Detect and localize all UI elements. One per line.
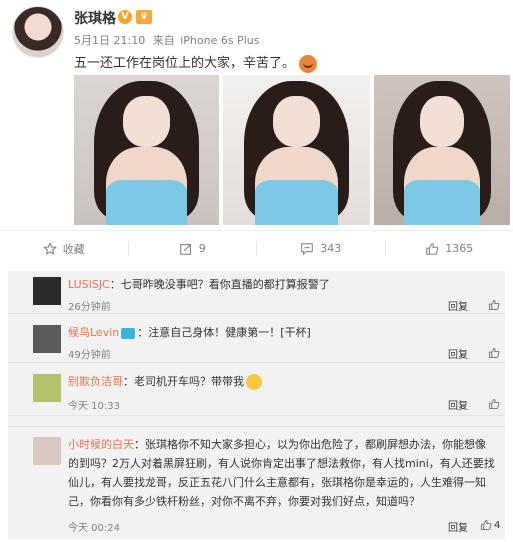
author-avatar[interactable] [12,6,64,58]
comment-time: 49分钟前 [68,350,111,361]
comment-icon [301,242,314,256]
comment-body-line-2: 的到吗？2万人对着黑屏狂刷，有人说你肯定出事了想法救你，有人找mini，有人还要… [68,457,495,470]
comment-body: ：七哥昨晚没事吧？看你直播的都打算报警了 [109,278,330,291]
photo-grid [74,75,510,225]
like-button[interactable]: 1365 [386,231,513,266]
source-prefix: 来自 [152,34,175,47]
weibo-post: 张琪格 V ♛ 5月1日 21:10 来自 iPhone 6s Plus 五一还… [0,0,513,268]
verified-badge-icon: V [118,10,132,24]
comment-like-count: 4 [494,519,501,531]
thumbs-up-icon [480,519,492,531]
repost-button[interactable]: 9 [129,231,257,266]
post-date[interactable]: 5月1日 21:10 [74,34,145,47]
post-text: 五一还工作在岗位上的大家，辛苦了。 [74,52,318,73]
commenter-name[interactable]: 小时候的白天 [68,438,134,451]
commenter-name[interactable]: 别欺负洁哥 [68,375,123,388]
comment-item: LUSISJC：七哥昨晚没事吧？看你直播的都打算报警了 26分钟前 回复 [8,271,505,314]
commenter-avatar[interactable] [33,277,61,305]
emoji-icon [299,54,318,73]
author-name[interactable]: 张琪格 [74,8,116,28]
post-action-bar: 收藏 9 343 1365 [0,230,513,266]
star-icon [42,241,57,255]
reply-button[interactable]: 回复 [448,519,468,534]
commenter-avatar[interactable] [33,374,61,402]
post-source[interactable]: iPhone 6s Plus [180,34,259,47]
comment-body-line-4: 己，你看你有多少铁杆粉丝，对你不离不弃，你要对我们好点，知道吗？ [68,495,420,508]
like-count: 1365 [445,242,474,255]
reply-button[interactable]: 回复 [448,397,468,412]
thumbs-up-icon[interactable] [488,347,500,359]
comment-text: 小时候的白天：张琪格你不知大家多担心，以为你出危险了，都刷屏想办法，你能想像 的… [68,435,495,511]
comment-time: 今天 00:24 [68,523,120,534]
comment-time: 今天 10:33 [68,401,120,412]
repost-count: 9 [198,242,206,255]
comment-text: 候鸟Levin ：注意自己身体！健康第一！[干杯] [68,323,311,342]
comment-text: 别欺负洁哥：老司机开车吗？带带我 [68,372,262,391]
commenter-name[interactable]: 候鸟Levin [68,326,119,339]
comment-text: LUSISJC：七哥昨晚没事吧？看你直播的都打算报警了 [68,275,330,294]
comment-body: ：注意自己身体！健康第一！[干杯] [137,326,311,339]
comment-button[interactable]: 343 [257,231,385,266]
post-photo-3[interactable] [374,75,510,225]
member-crown-icon: ♛ [136,10,152,24]
comment-item: 小时候的白天：张琪格你不知大家多担心，以为你出危险了，都刷屏想办法，你能想像 的… [8,426,505,539]
comment-list: LUSISJC：七哥昨晚没事吧？看你直播的都打算报警了 26分钟前 回复 候鸟L… [8,271,505,539]
comment-body-line-1: ：张琪格你不知大家多担心，以为你出危险了，都刷屏想办法，你能想像 [134,438,486,451]
comment-like-button[interactable]: 4 [480,519,500,531]
post-photo-1[interactable] [74,75,219,225]
thumbs-up-icon[interactable] [488,398,500,410]
comment-time: 26分钟前 [68,302,111,313]
repost-icon [179,243,191,255]
commenter-name[interactable]: LUSISJC [68,278,110,291]
vip-camera-icon [121,327,136,339]
post-text-content: 五一还工作在岗位上的大家，辛苦了。 [74,56,296,71]
post-photo-2[interactable] [223,75,370,225]
reply-button[interactable]: 回复 [448,298,468,313]
favorite-button[interactable]: 收藏 [0,231,128,266]
thumbs-up-icon [426,242,439,255]
comment-item: 候鸟Levin ：注意自己身体！健康第一！[干杯] 49分钟前 回复 [8,315,505,363]
reply-button[interactable]: 回复 [448,346,468,361]
comment-body-line-3: 仙儿，有人要找龙哥，反正五花八门什么主意都有，张琪格你是幸运的，人生难得一知 [68,476,486,489]
thumbs-up-icon[interactable] [488,299,500,311]
favorite-label: 收藏 [62,242,85,256]
smile-emoji-icon [246,374,262,390]
comment-item: 别欺负洁哥：老司机开车吗？带带我 今天 10:33 回复 [8,364,505,416]
commenter-avatar[interactable] [33,325,61,353]
comment-body: ：老司机开车吗？带带我 [123,375,244,388]
comment-count: 343 [320,242,342,255]
post-meta: 5月1日 21:10 来自 iPhone 6s Plus [74,32,259,48]
